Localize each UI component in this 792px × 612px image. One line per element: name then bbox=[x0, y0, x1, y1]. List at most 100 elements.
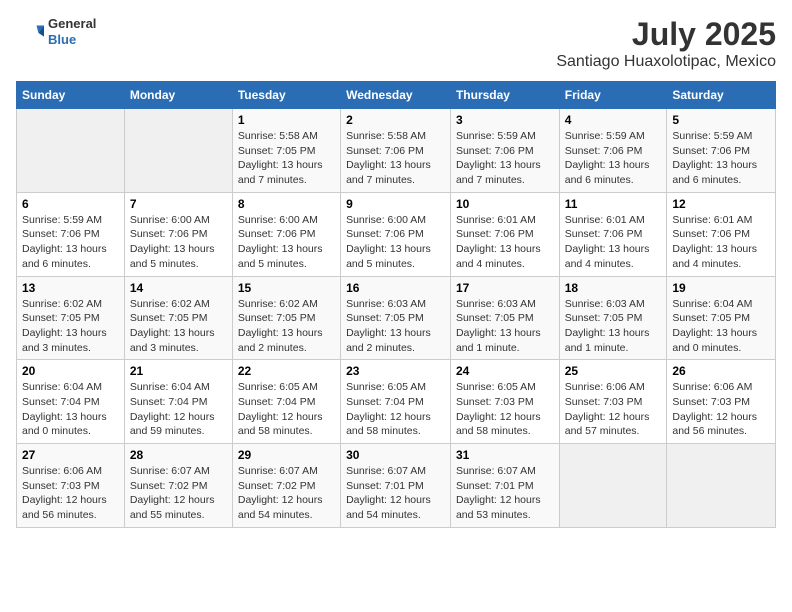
calendar-day-cell bbox=[17, 109, 125, 193]
day-info: Sunrise: 6:00 AM Sunset: 7:06 PM Dayligh… bbox=[130, 213, 227, 272]
day-number: 26 bbox=[672, 364, 770, 378]
logo-icon bbox=[16, 18, 44, 46]
day-number: 8 bbox=[238, 197, 335, 211]
logo-text: General Blue bbox=[48, 16, 96, 47]
day-number: 23 bbox=[346, 364, 445, 378]
calendar-day-cell: 29 Sunrise: 6:07 AM Sunset: 7:02 PM Dayli… bbox=[232, 444, 340, 528]
calendar-day-cell: 31 Sunrise: 6:07 AM Sunset: 7:01 PM Dayli… bbox=[450, 444, 559, 528]
day-number: 30 bbox=[346, 448, 445, 462]
calendar-day-cell: 3 Sunrise: 5:59 AM Sunset: 7:06 PM Daylig… bbox=[450, 109, 559, 193]
day-info: Sunrise: 5:58 AM Sunset: 7:05 PM Dayligh… bbox=[238, 129, 335, 188]
day-number: 27 bbox=[22, 448, 119, 462]
day-number: 11 bbox=[565, 197, 662, 211]
day-info: Sunrise: 5:59 AM Sunset: 7:06 PM Dayligh… bbox=[22, 213, 119, 272]
day-info: Sunrise: 6:00 AM Sunset: 7:06 PM Dayligh… bbox=[238, 213, 335, 272]
weekday-header: Thursday bbox=[450, 82, 559, 109]
calendar-day-cell: 4Sunrise: 5:59 AM Sunset: 7:06 PM Daylig… bbox=[559, 109, 667, 193]
day-number: 17 bbox=[456, 281, 554, 295]
day-info: Sunrise: 6:03 AM Sunset: 7:05 PM Dayligh… bbox=[346, 297, 445, 356]
calendar-week-row: 13 Sunrise: 6:02 AM Sunset: 7:05 PM Dayli… bbox=[17, 276, 776, 360]
calendar-day-cell: 18Sunrise: 6:03 AM Sunset: 7:05 PM Dayli… bbox=[559, 276, 667, 360]
weekday-header: Saturday bbox=[667, 82, 776, 109]
calendar-day-cell: 10 Sunrise: 6:01 AM Sunset: 7:06 PM Dayli… bbox=[450, 192, 559, 276]
day-info: Sunrise: 6:06 AM Sunset: 7:03 PM Dayligh… bbox=[22, 464, 119, 523]
logo-line2: Blue bbox=[48, 32, 96, 48]
calendar-day-cell: 13 Sunrise: 6:02 AM Sunset: 7:05 PM Dayli… bbox=[17, 276, 125, 360]
day-info: Sunrise: 6:00 AM Sunset: 7:06 PM Dayligh… bbox=[346, 213, 445, 272]
day-number: 3 bbox=[456, 113, 554, 127]
weekday-header: Monday bbox=[124, 82, 232, 109]
logo: General Blue bbox=[16, 16, 96, 47]
day-info: Sunrise: 6:01 AM Sunset: 7:06 PM Dayligh… bbox=[565, 213, 662, 272]
day-number: 5 bbox=[672, 113, 770, 127]
day-info: Sunrise: 6:07 AM Sunset: 7:02 PM Dayligh… bbox=[130, 464, 227, 523]
calendar-day-cell: 24 Sunrise: 6:05 AM Sunset: 7:03 PM Dayli… bbox=[450, 360, 559, 444]
weekday-header: Wednesday bbox=[341, 82, 451, 109]
day-info: Sunrise: 6:03 AM Sunset: 7:05 PM Dayligh… bbox=[456, 297, 554, 356]
calendar-week-row: 1 Sunrise: 5:58 AM Sunset: 7:05 PM Daylig… bbox=[17, 109, 776, 193]
day-info: Sunrise: 6:05 AM Sunset: 7:03 PM Dayligh… bbox=[456, 380, 554, 439]
day-number: 1 bbox=[238, 113, 335, 127]
calendar-day-cell: 1 Sunrise: 5:58 AM Sunset: 7:05 PM Daylig… bbox=[232, 109, 340, 193]
day-number: 28 bbox=[130, 448, 227, 462]
day-number: 9 bbox=[346, 197, 445, 211]
calendar-day-cell: 26 Sunrise: 6:06 AM Sunset: 7:03 PM Dayli… bbox=[667, 360, 776, 444]
day-info: Sunrise: 6:07 AM Sunset: 7:02 PM Dayligh… bbox=[238, 464, 335, 523]
calendar-week-row: 6 Sunrise: 5:59 AM Sunset: 7:06 PM Daylig… bbox=[17, 192, 776, 276]
day-info: Sunrise: 5:58 AM Sunset: 7:06 PM Dayligh… bbox=[346, 129, 445, 188]
calendar-day-cell: 17 Sunrise: 6:03 AM Sunset: 7:05 PM Dayli… bbox=[450, 276, 559, 360]
day-number: 21 bbox=[130, 364, 227, 378]
day-number: 13 bbox=[22, 281, 119, 295]
day-number: 20 bbox=[22, 364, 119, 378]
day-info: Sunrise: 6:06 AM Sunset: 7:03 PM Dayligh… bbox=[672, 380, 770, 439]
day-info: Sunrise: 6:07 AM Sunset: 7:01 PM Dayligh… bbox=[456, 464, 554, 523]
day-number: 10 bbox=[456, 197, 554, 211]
day-info: Sunrise: 5:59 AM Sunset: 7:06 PM Dayligh… bbox=[565, 129, 662, 188]
day-info: Sunrise: 6:06 AM Sunset: 7:03 PM Dayligh… bbox=[565, 380, 662, 439]
day-number: 14 bbox=[130, 281, 227, 295]
calendar-day-cell: 22 Sunrise: 6:05 AM Sunset: 7:04 PM Dayli… bbox=[232, 360, 340, 444]
calendar-day-cell: 16 Sunrise: 6:03 AM Sunset: 7:05 PM Dayli… bbox=[341, 276, 451, 360]
calendar-day-cell bbox=[559, 444, 667, 528]
logo-line1: General bbox=[48, 16, 96, 32]
day-number: 31 bbox=[456, 448, 554, 462]
day-info: Sunrise: 6:04 AM Sunset: 7:04 PM Dayligh… bbox=[130, 380, 227, 439]
calendar-day-cell: 21 Sunrise: 6:04 AM Sunset: 7:04 PM Dayli… bbox=[124, 360, 232, 444]
day-info: Sunrise: 6:05 AM Sunset: 7:04 PM Dayligh… bbox=[346, 380, 445, 439]
calendar-day-cell: 6 Sunrise: 5:59 AM Sunset: 7:06 PM Daylig… bbox=[17, 192, 125, 276]
page-header: General Blue July 2025 Santiago Huaxolot… bbox=[16, 16, 776, 71]
day-info: Sunrise: 6:07 AM Sunset: 7:01 PM Dayligh… bbox=[346, 464, 445, 523]
page-subtitle: Santiago Huaxolotipac, Mexico bbox=[556, 53, 776, 71]
calendar-day-cell: 7 Sunrise: 6:00 AM Sunset: 7:06 PM Daylig… bbox=[124, 192, 232, 276]
day-info: Sunrise: 6:04 AM Sunset: 7:04 PM Dayligh… bbox=[22, 380, 119, 439]
calendar-day-cell: 11 Sunrise: 6:01 AM Sunset: 7:06 PM Dayli… bbox=[559, 192, 667, 276]
calendar-day-cell: 12Sunrise: 6:01 AM Sunset: 7:06 PM Dayli… bbox=[667, 192, 776, 276]
day-number: 16 bbox=[346, 281, 445, 295]
calendar-day-cell: 15Sunrise: 6:02 AM Sunset: 7:05 PM Dayli… bbox=[232, 276, 340, 360]
calendar-day-cell: 14 Sunrise: 6:02 AM Sunset: 7:05 PM Dayli… bbox=[124, 276, 232, 360]
day-info: Sunrise: 6:02 AM Sunset: 7:05 PM Dayligh… bbox=[22, 297, 119, 356]
day-number: 24 bbox=[456, 364, 554, 378]
calendar-day-cell: 2Sunrise: 5:58 AM Sunset: 7:06 PM Daylig… bbox=[341, 109, 451, 193]
day-number: 7 bbox=[130, 197, 227, 211]
calendar-day-cell: 9 Sunrise: 6:00 AM Sunset: 7:06 PM Daylig… bbox=[341, 192, 451, 276]
title-block: July 2025 Santiago Huaxolotipac, Mexico bbox=[556, 16, 776, 71]
weekday-header: Sunday bbox=[17, 82, 125, 109]
calendar-table: SundayMondayTuesdayWednesdayThursdayFrid… bbox=[16, 81, 776, 528]
calendar-body: 1 Sunrise: 5:58 AM Sunset: 7:05 PM Daylig… bbox=[17, 109, 776, 528]
calendar-day-cell: 30 Sunrise: 6:07 AM Sunset: 7:01 PM Dayli… bbox=[341, 444, 451, 528]
calendar-day-cell: 25Sunrise: 6:06 AM Sunset: 7:03 PM Dayli… bbox=[559, 360, 667, 444]
day-info: Sunrise: 5:59 AM Sunset: 7:06 PM Dayligh… bbox=[672, 129, 770, 188]
calendar-day-cell bbox=[124, 109, 232, 193]
day-number: 6 bbox=[22, 197, 119, 211]
day-info: Sunrise: 6:02 AM Sunset: 7:05 PM Dayligh… bbox=[130, 297, 227, 356]
day-number: 22 bbox=[238, 364, 335, 378]
day-info: Sunrise: 6:01 AM Sunset: 7:06 PM Dayligh… bbox=[456, 213, 554, 272]
day-number: 19 bbox=[672, 281, 770, 295]
calendar-day-cell: 28 Sunrise: 6:07 AM Sunset: 7:02 PM Dayli… bbox=[124, 444, 232, 528]
weekday-header-row: SundayMondayTuesdayWednesdayThursdayFrid… bbox=[17, 82, 776, 109]
day-number: 29 bbox=[238, 448, 335, 462]
day-info: Sunrise: 6:03 AM Sunset: 7:05 PM Dayligh… bbox=[565, 297, 662, 356]
day-info: Sunrise: 5:59 AM Sunset: 7:06 PM Dayligh… bbox=[456, 129, 554, 188]
day-info: Sunrise: 6:05 AM Sunset: 7:04 PM Dayligh… bbox=[238, 380, 335, 439]
